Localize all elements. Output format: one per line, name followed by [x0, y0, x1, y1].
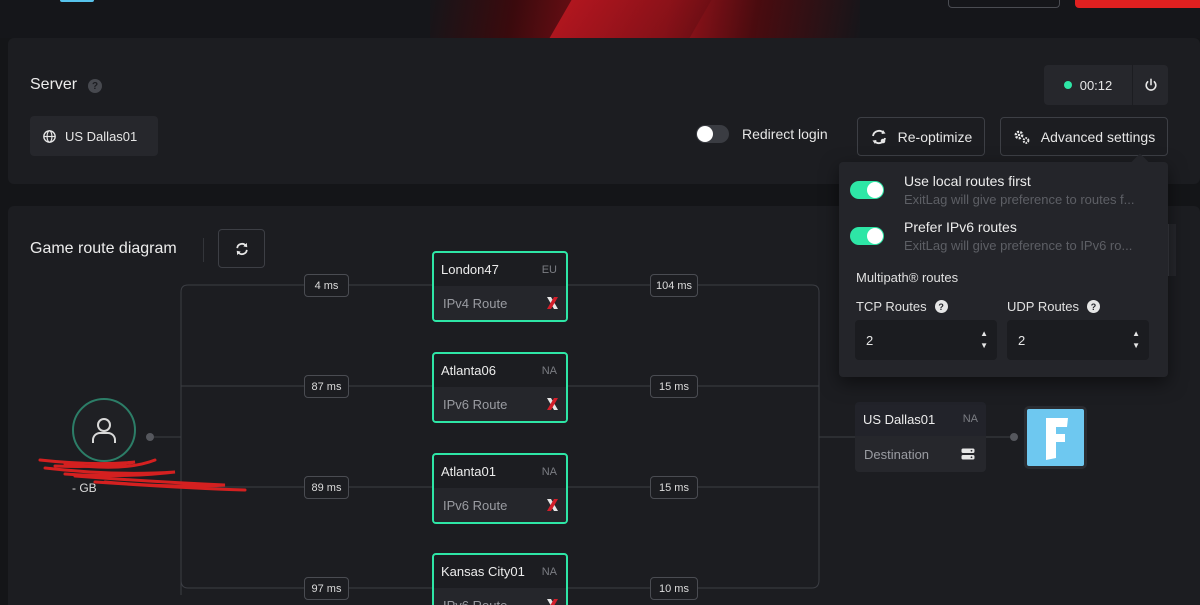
reoptimize-button[interactable]: Re-optimize — [857, 117, 985, 156]
latency-in-3: 89 ms — [304, 476, 349, 499]
game-logo-f — [1045, 417, 1068, 460]
redirect-login-toggle[interactable] — [696, 125, 729, 143]
udp-routes-value: 2 — [1018, 332, 1026, 348]
exitlag-icon — [547, 499, 558, 511]
server-title: Server — [30, 76, 78, 93]
refresh-button[interactable] — [218, 229, 265, 268]
header-secondary-button[interactable] — [948, 0, 1060, 8]
app-logo — [60, 0, 94, 2]
increment-icon[interactable]: ▲ — [980, 330, 988, 338]
power-button[interactable] — [1133, 65, 1168, 105]
route-node-region: EU — [541, 263, 557, 276]
route-node[interactable]: Atlanta06 NA IPv6 Route — [432, 352, 568, 423]
prefer-ipv6-toggle[interactable] — [850, 227, 884, 245]
hidden-panel-edge — [1168, 224, 1176, 276]
user-icon — [92, 418, 116, 443]
redirect-login-toggle-row: Redirect login — [696, 125, 828, 143]
destination-name: US Dallas01 — [863, 411, 936, 427]
route-node[interactable]: London47 EU IPv4 Route — [432, 251, 568, 322]
redacted-scribble — [38, 458, 247, 492]
option-title: Use local routes first — [904, 173, 1031, 189]
route-node[interactable]: Atlanta01 NA IPv6 Route — [432, 453, 568, 524]
route-node-type: IPv6 Route — [443, 396, 508, 412]
redirect-login-label: Redirect login — [742, 126, 828, 142]
exitlag-icon — [547, 398, 558, 410]
route-node-name: Atlanta01 — [441, 464, 496, 479]
status-dot — [1063, 81, 1072, 89]
server-select-value: US Dallas01 — [65, 128, 138, 144]
header-primary-button[interactable] — [1075, 0, 1200, 8]
tcp-spin-arrows[interactable]: ▲ ▼ — [980, 330, 988, 350]
tcp-routes-label-row: TCP Routes ? — [856, 299, 948, 314]
title-divider — [203, 238, 204, 262]
increment-icon[interactable]: ▲ — [1132, 330, 1140, 338]
timer-value: 00:12 — [1079, 77, 1113, 93]
tcp-routes-value: 2 — [866, 332, 874, 348]
advanced-settings-dropdown: Use local routes first ExitLag will give… — [839, 162, 1168, 377]
latency-in-2: 87 ms — [304, 375, 349, 398]
route-node-type: IPv4 Route — [443, 295, 508, 311]
option-title: Prefer IPv6 routes — [904, 219, 1017, 235]
destination-label: Destination — [864, 446, 930, 462]
decrement-icon[interactable]: ▼ — [980, 342, 988, 350]
advanced-settings-button[interactable]: Advanced settings — [1000, 117, 1168, 156]
latency-out-2: 15 ms — [650, 375, 698, 398]
route-node-region: NA — [541, 364, 557, 377]
tcp-help-icon[interactable]: ? — [934, 300, 948, 313]
option-description: ExitLag will give preference to IPv6 ro.… — [904, 238, 1133, 253]
destination-region: NA — [962, 413, 978, 425]
udp-help-icon[interactable]: ? — [1087, 300, 1101, 313]
reoptimize-icon — [871, 129, 886, 144]
latency-in-4: 97 ms — [304, 577, 349, 600]
tcp-routes-label: TCP Routes — [856, 299, 927, 314]
multipath-title: Multipath® routes — [856, 270, 959, 285]
route-node-name: Atlanta06 — [441, 363, 496, 378]
udp-routes-stepper[interactable]: 2 ▲ ▼ — [1007, 320, 1149, 360]
route-node[interactable]: Kansas City01 NA IPv6 Route — [432, 553, 568, 605]
latency-out-3: 15 ms — [650, 476, 698, 499]
route-node-name: London47 — [441, 262, 499, 277]
reoptimize-label: Re-optimize — [897, 128, 973, 145]
decrement-icon[interactable]: ▼ — [1132, 342, 1140, 350]
exitlag-icon — [547, 297, 558, 309]
exitlag-icon — [547, 599, 558, 605]
route-node-name: Kansas City01 — [441, 564, 525, 579]
udp-routes-label: UDP Routes — [1007, 299, 1080, 314]
destination-node[interactable]: US Dallas01 NA Destination — [855, 402, 986, 472]
udp-routes-label-row: UDP Routes ? — [1007, 299, 1101, 314]
banner-art-stripe — [542, 0, 718, 38]
connection-timer: 00:12 — [1044, 65, 1132, 105]
option-local-routes: Use local routes first ExitLag will give… — [850, 173, 1154, 207]
latency-out-1: 104 ms — [650, 274, 698, 297]
globe-icon — [43, 129, 56, 143]
latency-in-1: 4 ms — [304, 274, 349, 297]
server-select[interactable]: US Dallas01 — [30, 116, 158, 156]
user-location-label: - GB — [72, 481, 97, 495]
refresh-icon — [235, 242, 248, 255]
route-node-type: IPv6 Route — [443, 597, 508, 605]
top-banner — [0, 0, 1200, 38]
game-icon — [1024, 406, 1087, 469]
route-node-region: NA — [541, 465, 557, 478]
option-prefer-ipv6: Prefer IPv6 routes ExitLag will give pre… — [850, 219, 1154, 253]
udp-spin-arrows[interactable]: ▲ ▼ — [1132, 330, 1140, 350]
latency-out-4: 10 ms — [650, 577, 698, 600]
local-routes-toggle[interactable] — [850, 181, 884, 199]
advanced-settings-label: Advanced settings — [1040, 128, 1156, 145]
option-description: ExitLag will give preference to routes f… — [904, 192, 1135, 207]
gears-icon — [1014, 130, 1030, 144]
route-node-region: NA — [541, 565, 557, 578]
route-node-type: IPv6 Route — [443, 497, 508, 513]
server-rack-icon — [961, 448, 975, 460]
tcp-routes-stepper[interactable]: 2 ▲ ▼ — [855, 320, 997, 360]
power-icon — [1144, 78, 1157, 91]
route-diagram-title: Game route diagram — [30, 240, 177, 257]
server-help-icon[interactable]: ? — [88, 79, 102, 93]
